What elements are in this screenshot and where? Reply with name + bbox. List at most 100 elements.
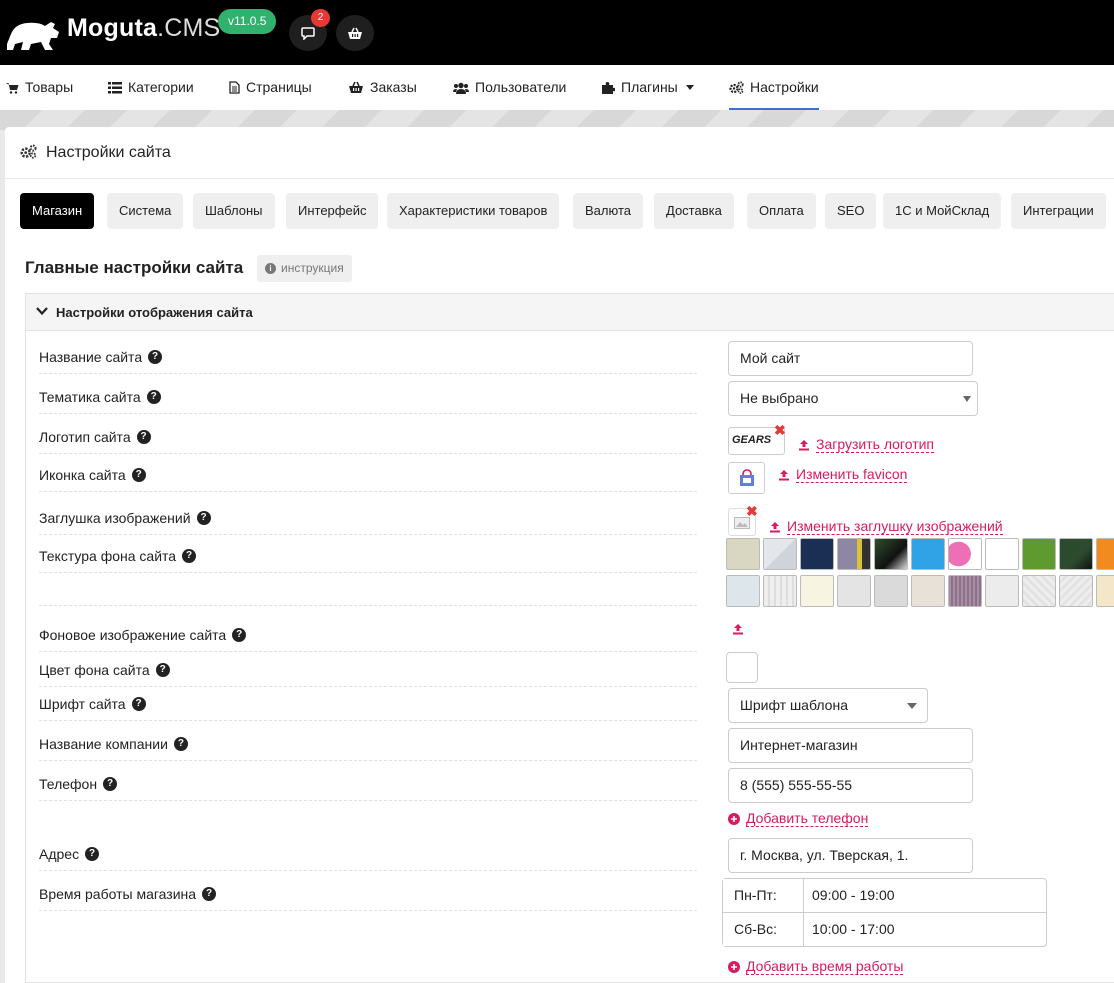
tab-integrations[interactable]: Интеграции — [1011, 193, 1106, 229]
font-select[interactable]: Шрифт шаблона — [728, 688, 928, 723]
texture-swatch[interactable] — [1059, 538, 1093, 570]
texture-swatch[interactable] — [1022, 538, 1056, 570]
upload-icon — [779, 469, 789, 480]
add-phone-link[interactable]: Добавить телефон — [728, 810, 869, 827]
texture-swatch[interactable] — [726, 575, 760, 607]
tab-interface[interactable]: Интерфейс — [286, 193, 379, 229]
placeholder-image-label: Заглушка изображений? — [39, 507, 697, 535]
texture-swatch[interactable] — [800, 538, 834, 570]
bear-logo-icon[interactable] — [5, 14, 61, 52]
texture-swatch[interactable] — [911, 538, 945, 570]
nav-item-products[interactable]: Товары — [6, 65, 73, 110]
tab-shop[interactable]: Магазин — [20, 193, 95, 229]
site-theme-label: Тематика сайта? — [39, 386, 697, 414]
help-icon[interactable]: ? — [148, 349, 163, 364]
help-icon[interactable]: ? — [146, 389, 161, 404]
font-label: Шрифт сайта? — [39, 693, 697, 721]
texture-swatch[interactable] — [800, 575, 834, 607]
texture-swatch[interactable] — [1096, 538, 1114, 570]
phone-input[interactable]: 8 (555) 555-55-55 — [728, 768, 973, 803]
shop-basket-button[interactable] — [336, 15, 374, 51]
instruction-label: инструкция — [281, 261, 344, 275]
label-text: Тематика сайта — [39, 388, 141, 405]
help-icon[interactable]: ? — [103, 776, 118, 791]
help-icon[interactable]: ? — [232, 627, 247, 642]
tab-currency[interactable]: Валюта — [573, 193, 643, 229]
help-icon[interactable]: ? — [131, 467, 146, 482]
add-hours-link[interactable]: Добавить время работы — [728, 958, 904, 975]
company-input[interactable]: Интернет-магазин — [728, 728, 973, 763]
upload-bg-image-button[interactable] — [732, 623, 744, 635]
tab-templates[interactable]: Шаблоны — [193, 193, 275, 229]
main-nav: Товары Категории Страницы Заказы Пользов… — [0, 65, 1114, 110]
change-placeholder-link[interactable]: Изменить заглушку изображений — [769, 518, 1003, 535]
texture-swatch[interactable] — [763, 538, 797, 570]
tab-system[interactable]: Система — [107, 193, 184, 229]
label-text: Фоновое изображение сайта — [39, 626, 227, 643]
help-icon[interactable]: ? — [196, 510, 211, 525]
label-text: Заглушка изображений — [39, 509, 191, 526]
tab-product-properties[interactable]: Характеристики товаров — [387, 193, 560, 229]
help-icon[interactable]: ? — [131, 696, 146, 711]
accordion-header[interactable]: Настройки отображения сайта — [26, 294, 1114, 331]
tab-payment[interactable]: Оплата — [747, 193, 816, 229]
texture-swatch[interactable] — [874, 538, 908, 570]
help-icon[interactable]: ? — [136, 429, 151, 444]
hours-time-input[interactable]: 10:00 - 17:00 — [812, 913, 895, 946]
brand-suffix: .CMS — [157, 14, 221, 42]
bg-color-label: Цвет фона сайта? — [39, 659, 697, 687]
texture-swatch[interactable] — [837, 538, 871, 570]
nav-item-plugins[interactable]: Плагины — [602, 65, 694, 110]
phone-label: Телефон? — [39, 773, 697, 801]
texture-swatch[interactable] — [985, 575, 1019, 607]
help-icon[interactable]: ? — [155, 662, 170, 677]
nav-item-categories[interactable]: Категории — [108, 65, 194, 110]
address-input[interactable]: г. Москва, ул. Тверская, 1. — [728, 838, 973, 873]
change-favicon-link[interactable]: Изменить favicon — [778, 466, 908, 483]
upload-logo-link[interactable]: Загрузить логотип — [798, 436, 935, 453]
hours-time-input[interactable]: 09:00 - 19:00 — [812, 879, 895, 912]
help-icon[interactable]: ? — [173, 736, 188, 751]
nav-item-users[interactable]: Пользователи — [453, 65, 566, 110]
tab-1c-moysklad[interactable]: 1С и МойСклад — [883, 193, 1002, 229]
texture-swatch[interactable] — [985, 538, 1019, 570]
instruction-link[interactable]: i инструкция — [257, 255, 352, 282]
chevron-down-icon — [685, 85, 694, 90]
texture-swatch[interactable] — [948, 538, 982, 570]
top-bar: Moguta.CMS v11.0.5 2 — [0, 0, 1114, 65]
hours-row[interactable]: Сб-Вс: 10:00 - 17:00 — [722, 912, 1047, 947]
basket-icon — [348, 27, 362, 39]
company-label: Название компании? — [39, 733, 697, 761]
texture-swatch[interactable] — [763, 575, 797, 607]
brand-logo-text[interactable]: Moguta.CMS — [67, 14, 220, 43]
help-icon[interactable]: ? — [85, 846, 100, 861]
puzzle-icon — [602, 82, 615, 94]
tab-delivery[interactable]: Доставка — [654, 193, 734, 229]
logo-label: Логотип сайта? — [39, 426, 697, 454]
texture-swatch[interactable] — [911, 575, 945, 607]
nav-item-orders[interactable]: Заказы — [348, 65, 417, 110]
help-icon[interactable]: ? — [202, 886, 217, 901]
delete-logo-icon[interactable]: ✖ — [774, 423, 786, 437]
gears-icon — [729, 81, 744, 94]
delete-placeholder-icon[interactable]: ✖ — [746, 504, 758, 518]
nav-item-settings[interactable]: Настройки — [729, 65, 819, 110]
hours-label: Время работы магазина? — [39, 883, 697, 911]
texture-spacer — [39, 578, 697, 606]
bg-color-picker[interactable] — [726, 652, 758, 683]
tab-seo[interactable]: SEO — [825, 193, 877, 229]
texture-swatch[interactable] — [837, 575, 871, 607]
help-icon[interactable]: ? — [182, 548, 197, 563]
site-name-input[interactable]: Мой сайт — [728, 341, 973, 376]
site-theme-select[interactable]: Не выбрано — [728, 381, 978, 416]
texture-swatch[interactable] — [726, 538, 760, 570]
texture-swatch[interactable] — [1059, 575, 1093, 607]
hours-row[interactable]: Пн-Пт: 09:00 - 19:00 — [722, 878, 1047, 913]
texture-swatch[interactable] — [1096, 575, 1114, 607]
texture-swatch[interactable] — [874, 575, 908, 607]
texture-swatch[interactable] — [948, 575, 982, 607]
nav-item-pages[interactable]: Страницы — [229, 65, 312, 110]
texture-swatch[interactable] — [1022, 575, 1056, 607]
chevron-down-icon — [36, 307, 48, 316]
change-favicon-text: Изменить favicon — [796, 466, 908, 483]
